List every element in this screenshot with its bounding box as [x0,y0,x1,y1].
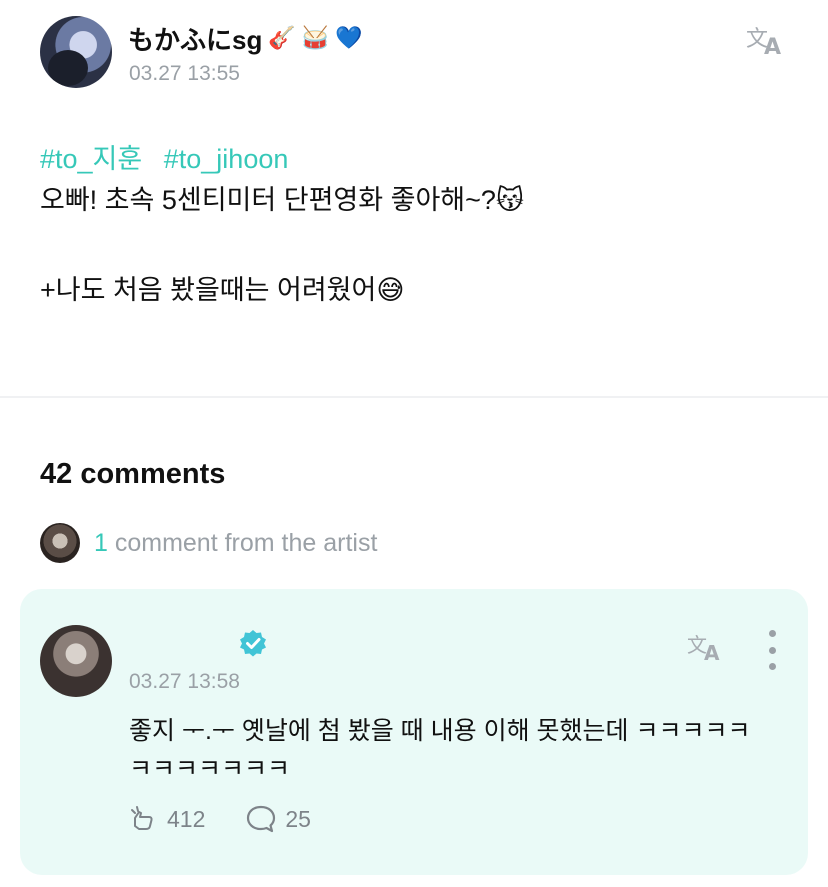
hashtag-row: #to_지훈 #to_jihoon [40,137,302,176]
artist-avatar[interactable] [40,625,112,697]
reply-count: 25 [285,805,311,832]
artist-comment-text: comment from the artist [107,528,378,557]
guitar-emoji: 🎸 [268,26,296,51]
svg-text:A: A [764,35,781,58]
like-hand-icon[interactable] [129,804,159,834]
comment-text: 좋지 ᅮ.ᅮ 옛날에 첨 봤을 때 내용 이해 못했는데 ㅋㅋㅋㅋㅋㅋㅋㅋㅋㅋㅋ… [129,717,751,783]
drum-emoji: 🥁 [301,26,330,51]
artist-comment-filter[interactable]: 1 comment from the artist [40,523,377,563]
hashtag-link[interactable]: #to_jihoon [164,144,289,174]
translate-icon[interactable]: 文 A [744,22,788,58]
author-name-row[interactable]: もかふにsg 🎸 🥁 💙 [128,20,363,57]
author-name: もかふにsg [128,25,263,55]
author-avatar[interactable] [40,16,112,88]
post-timestamp: 03.27 13:55 [129,62,240,85]
post-text-line: 오빠! 초속 5센티미터 단편영화 좋아해~?😽 [40,185,525,215]
comments-count-heading: 42 comments [40,458,226,490]
comment-bubble-icon[interactable] [245,804,277,834]
post-text-line: +나도 처음 봤을때는 어려웠어😅 [40,275,405,305]
verified-badge-icon [240,630,266,657]
svg-text:A: A [704,641,720,664]
hashtag-link[interactable]: #to_지훈 [40,144,142,174]
section-divider [0,396,828,398]
artist-comment-count: 1 [94,528,108,557]
like-count: 412 [167,805,206,832]
artist-comment-label: 1 comment from the artist [94,529,377,558]
translate-icon[interactable]: 文 A [686,630,726,664]
comment-actions: 412 25 [129,804,311,834]
more-vertical-icon[interactable] [762,630,782,670]
blue-heart-emoji: 💙 [335,26,363,51]
artist-avatar-small [40,523,80,563]
comment-timestamp: 03.27 13:58 [129,670,240,693]
